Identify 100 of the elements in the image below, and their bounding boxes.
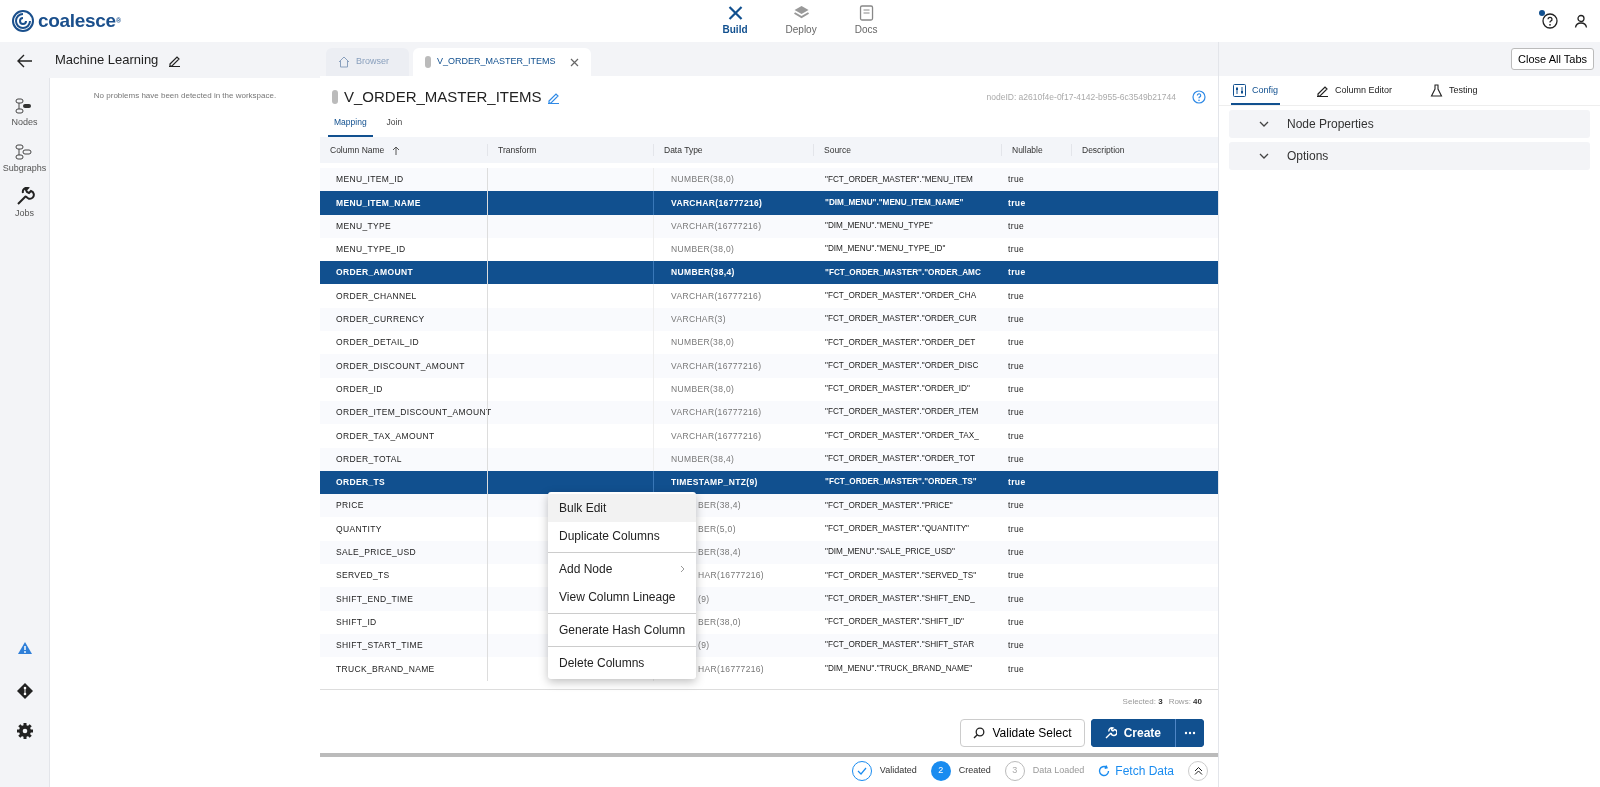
table-cell: "FCT_ORDER_MASTER"."MENU_ITEM — [825, 173, 973, 186]
problems-message: No problems have been detected in the workspace. — [92, 90, 278, 102]
table-cell-text: "FCT_ORDER_MASTER"."SHIFT_END_ — [825, 592, 975, 605]
table-cell: ORDER_DETAIL_ID — [336, 336, 420, 350]
table-cell: VARCHAR(16777216) — [671, 406, 762, 419]
table-cell: BER(38,4) — [698, 546, 741, 559]
table-cell: SHIFT_ID — [336, 615, 377, 629]
table-cell: "FCT_ORDER_MASTER"."ORDER_CUR — [825, 313, 977, 326]
workspace-title: Machine Learning — [55, 51, 159, 70]
table-cell: VARCHAR(16777216) — [671, 359, 762, 373]
table-cell: VARCHAR(16777216) — [671, 429, 762, 443]
table-cell: TIMESTAMP_NTZ(9) — [671, 476, 758, 489]
table-cell: "FCT_ORDER_MASTER"."SHIFT_STAR — [825, 639, 975, 652]
table-cell-text: "FCT_ORDER_MASTER"."QUANTITY" — [825, 522, 969, 535]
table-cell: HAR(16777216) — [698, 569, 765, 583]
table-cell: SALE_PRICE_USD — [336, 546, 416, 559]
table-cell: true — [1008, 522, 1025, 536]
table-cell: NUMBER(38,4) — [671, 266, 735, 280]
table-cell: "DIM_MENU"."MENU_TYPE" — [825, 220, 933, 233]
column-header: Transform — [498, 143, 537, 157]
table-cell: true — [1008, 429, 1025, 443]
table-cell: true — [1008, 406, 1025, 419]
table-cell: true — [1008, 266, 1026, 280]
table-cell: true — [1008, 196, 1026, 210]
step-number: 2 — [930, 760, 951, 781]
table-cell: true — [1008, 476, 1026, 489]
table-cell-text: "DIM_MENU"."TRUCK_BRAND_NAME" — [825, 662, 973, 675]
table-cell: ORDER_ID — [336, 382, 383, 396]
table-cell: ORDER_TAX_AMOUNT — [336, 429, 435, 443]
table-cell: true — [1008, 662, 1025, 676]
row-count: Rows: 40 — [1168, 696, 1202, 709]
table-cell: true — [1008, 289, 1025, 303]
table-cell: TRUCK_BRAND_NAME — [336, 662, 435, 676]
table-cell: SHIFT_END_TIME — [336, 592, 414, 606]
table-cell: "FCT_ORDER_MASTER"."ORDER_TOT — [825, 453, 976, 466]
table-cell: true — [1008, 359, 1025, 373]
table-cell: (9) — [698, 639, 710, 652]
column-header: Source — [824, 143, 851, 157]
node-title: V_ORDER_MASTER_ITEMS — [344, 86, 542, 107]
table-cell: ORDER_CHANNEL — [336, 289, 417, 303]
table-cell: MENU_ITEM_NAME — [336, 196, 421, 210]
column-header: Description — [1082, 143, 1125, 157]
step-label: Validated — [879, 763, 917, 777]
table-cell: NUMBER(38,4) — [671, 452, 735, 466]
table-cell: true — [1008, 313, 1025, 326]
table-cell: "DIM_MENU"."SALE_PRICE_USD" — [825, 546, 955, 559]
column-header: Data Type — [664, 143, 703, 157]
table-cell: MENU_TYPE — [336, 219, 392, 233]
table-cell: SHIFT_START_TIME — [336, 639, 423, 652]
table-cell: ORDER_DISCOUNT_AMOUNT — [336, 359, 465, 373]
table-cell: (9) — [698, 592, 710, 606]
table-cell: "FCT_ORDER_MASTER"."ORDER_ITEM — [825, 406, 979, 419]
table-cell: true — [1008, 499, 1025, 513]
table-cell: ORDER_CURRENCY — [336, 313, 425, 326]
table-cell: QUANTITY — [336, 522, 382, 536]
table-cell: "FCT_ORDER_MASTER"."ORDER_AMC — [825, 266, 981, 279]
column-header: Column Name — [330, 143, 385, 157]
table-cell: "FCT_ORDER_MASTER"."ORDER_TS" — [825, 476, 977, 489]
logo-text: coalesce$^{®}$ — [38, 8, 121, 33]
table-cell: HAR(16777216) — [698, 662, 765, 676]
table-cell: true — [1008, 336, 1025, 350]
table-cell: true — [1008, 592, 1025, 606]
table-cell: VARCHAR(3) — [671, 313, 726, 326]
table-cell: ORDER_TS — [336, 476, 386, 489]
table-cell: "FCT_ORDER_MASTER"."ORDER_DET — [825, 336, 976, 349]
table-cell: true — [1008, 639, 1025, 652]
table-cell: true — [1008, 546, 1025, 559]
table-cell: NUMBER(38,0) — [671, 243, 735, 256]
table-cell: true — [1008, 173, 1025, 186]
table-cell: true — [1008, 382, 1025, 396]
table-cell: PRICE — [336, 499, 364, 513]
table-cell: VARCHAR(16777216) — [671, 219, 762, 233]
table-cell: NUMBER(38,0) — [671, 173, 735, 186]
table-cell: "DIM_MENU"."MENU_TYPE_ID" — [825, 243, 946, 256]
table-cell: true — [1008, 615, 1025, 629]
table-cell: BER(5,0) — [698, 522, 736, 536]
step-label: Created — [958, 763, 991, 777]
table-cell: true — [1008, 219, 1025, 233]
table-cell: BER(38,0) — [698, 615, 741, 629]
table-cell: "FCT_ORDER_MASTER"."SHIFT_ID" — [825, 616, 964, 629]
table-cell: "FCT_ORDER_MASTER"."PRICE" — [825, 499, 953, 512]
table-cell-text: "FCT_ORDER_MASTER"."ORDER_TAX_ — [825, 429, 979, 442]
table-cell: NUMBER(38,0) — [671, 382, 735, 396]
table-cell: ORDER_AMOUNT — [336, 266, 413, 280]
table-cell-text: "FCT_ORDER_MASTER"."ORDER_DISC — [825, 359, 979, 372]
step-label: Data Loaded — [1032, 763, 1085, 777]
table-cell-text: "FCT_ORDER_MASTER"."ORDER_CHA — [825, 290, 977, 302]
table-cell: ORDER_TOTAL — [336, 452, 402, 466]
node-id: nodeID: a2610f4e-0f17-4142-b955-6c3549b21744 — [986, 90, 1176, 104]
column-header: Nullable — [1012, 143, 1043, 157]
table-cell: BER(38,4) — [698, 499, 741, 513]
table-cell: true — [1008, 243, 1025, 256]
selected-count: Selected: 3 — [1122, 696, 1163, 709]
table-cell: NUMBER(38,0) — [671, 336, 735, 350]
table-cell-text: "DIM_MENU"."MENU_ITEM_NAME" — [825, 196, 964, 209]
table-cell: true — [1008, 569, 1025, 583]
table-cell: "FCT_ORDER_MASTER"."SERVED_TS" — [825, 569, 977, 582]
table-cell: SERVED_TS — [336, 569, 390, 583]
table-cell: MENU_TYPE_ID — [336, 243, 406, 256]
table-cell: VARCHAR(16777216) — [671, 196, 763, 210]
